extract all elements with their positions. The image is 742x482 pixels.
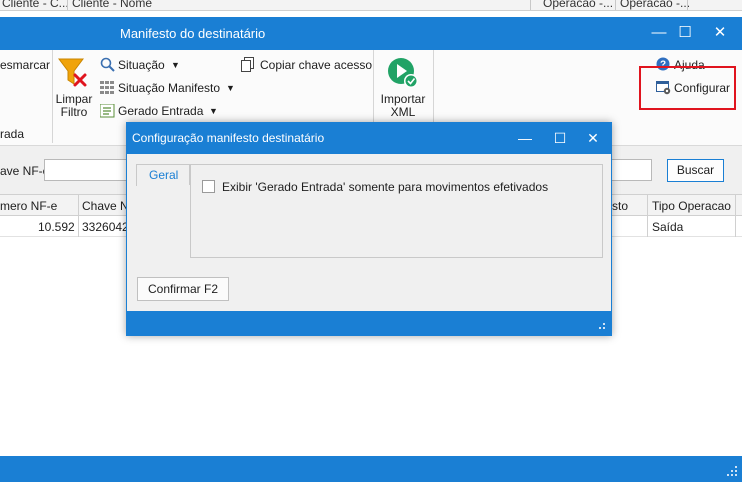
- gerado-entrada-checkbox[interactable]: [202, 180, 215, 193]
- ribbon-group-label: rada: [0, 127, 25, 141]
- grid-icon: [100, 81, 114, 94]
- bg-header-separator: [687, 0, 688, 10]
- dialog-minimize-button[interactable]: —: [514, 128, 536, 148]
- bg-header-operacao-2: Operacao -...: [620, 0, 691, 10]
- bg-header-separator: [615, 0, 616, 10]
- bg-header-operacao-1: Operacao -...: [543, 0, 614, 10]
- grid-col-separator: [735, 195, 736, 217]
- bg-header-cliente-nome: Cliente - Nome: [72, 0, 153, 10]
- bg-header-separator: [67, 0, 68, 10]
- dialog-maximize-button[interactable]: ☐: [549, 128, 571, 148]
- buscar-button[interactable]: Buscar: [667, 159, 724, 182]
- importar-xml-label: Importar XML: [376, 93, 430, 119]
- minimize-button[interactable]: —: [648, 23, 670, 43]
- col-custo[interactable]: sto: [612, 199, 628, 213]
- importar-xml-button[interactable]: [386, 56, 420, 90]
- bg-header-cliente-codigo: Cliente - C...: [2, 0, 69, 10]
- copiar-chave-label: Copiar chave acesso: [260, 58, 373, 72]
- configurar-highlight-box: [639, 66, 736, 110]
- background-table-header: Cliente - C... Cliente - Nome Operacao -…: [0, 0, 742, 11]
- situacao-manifesto-label: Situação Manifesto: [118, 81, 221, 95]
- main-status-bar: [0, 456, 742, 482]
- resize-grip-dot: [603, 323, 605, 325]
- limpar-filtro-button[interactable]: [56, 56, 90, 90]
- gerado-entrada-checkbox-label: Exibir 'Gerado Entrada' somente para mov…: [222, 180, 549, 194]
- config-dialog-titlebar[interactable]: Configuração manifesto destinatário — ☐ …: [126, 122, 612, 154]
- chevron-down-icon: ▼: [171, 60, 180, 70]
- cell-chave-nfe: 3326042: [82, 220, 129, 234]
- chevron-down-icon: ▼: [209, 106, 218, 116]
- dialog-close-button[interactable]: ✕: [582, 128, 604, 148]
- limpar-filtro-label: Limpar Filtro: [53, 93, 95, 119]
- grid-col-separator: [78, 216, 79, 237]
- situacao-label: Situação: [118, 58, 165, 72]
- resize-grip-dot: [603, 327, 605, 329]
- copiar-chave-acesso-button[interactable]: Copiar chave acesso: [241, 57, 373, 73]
- grid-col-separator: [647, 195, 648, 217]
- resize-grip-dot: [731, 470, 733, 472]
- resize-grip-dot: [731, 474, 733, 476]
- close-button[interactable]: ✕: [709, 23, 731, 43]
- confirmar-button[interactable]: Confirmar F2: [137, 277, 229, 301]
- maximize-button[interactable]: ☐: [674, 23, 696, 43]
- grid-col-separator: [647, 216, 648, 237]
- resize-grip-dot: [735, 474, 737, 476]
- tab-border-corner: [136, 185, 137, 186]
- resize-grip-dot: [599, 327, 601, 329]
- importar-label-line2: XML: [390, 105, 416, 119]
- resize-grip-dot: [735, 466, 737, 468]
- bg-header-separator: [530, 0, 531, 10]
- col-chave-nfe[interactable]: Chave N: [82, 199, 129, 213]
- main-window-titlebar[interactable]: Manifesto do destinatário — ☐ ✕: [0, 17, 742, 50]
- tab-geral[interactable]: Geral: [136, 164, 190, 185]
- situacao-search-icon: [100, 57, 115, 72]
- copy-icon: [241, 57, 254, 72]
- limpar-label-line2: Filtro: [60, 105, 88, 119]
- main-window-title: Manifesto do destinatário: [120, 26, 266, 41]
- config-dialog-title: Configuração manifesto destinatário: [132, 131, 325, 145]
- gerado-entrada-dropdown[interactable]: Gerado Entrada ▼: [100, 103, 218, 119]
- desmarcar-button[interactable]: esmarcar: [0, 58, 50, 72]
- geral-tab-panel: [190, 164, 603, 258]
- col-tipo-operacao[interactable]: Tipo Operacao: [652, 199, 731, 213]
- col-numero-nfe[interactable]: mero NF-e: [0, 199, 57, 213]
- grid-col-separator: [735, 216, 736, 237]
- dialog-status-bar: [127, 311, 611, 335]
- situacao-manifesto-dropdown[interactable]: Situação Manifesto ▼: [100, 80, 235, 96]
- grid-col-separator: [78, 195, 79, 217]
- clear-filter-icon: [58, 58, 87, 87]
- chevron-down-icon: ▼: [226, 83, 235, 93]
- import-xml-icon: [388, 58, 418, 88]
- resize-grip-dot: [727, 474, 729, 476]
- resize-grip-dot: [735, 470, 737, 472]
- situacao-dropdown[interactable]: Situação ▼: [100, 57, 182, 73]
- cell-numero-nfe: 10.592: [38, 220, 75, 234]
- gerado-entrada-label: Gerado Entrada: [118, 104, 204, 118]
- cell-tipo-operacao: Saída: [652, 220, 684, 234]
- list-icon: [100, 104, 115, 118]
